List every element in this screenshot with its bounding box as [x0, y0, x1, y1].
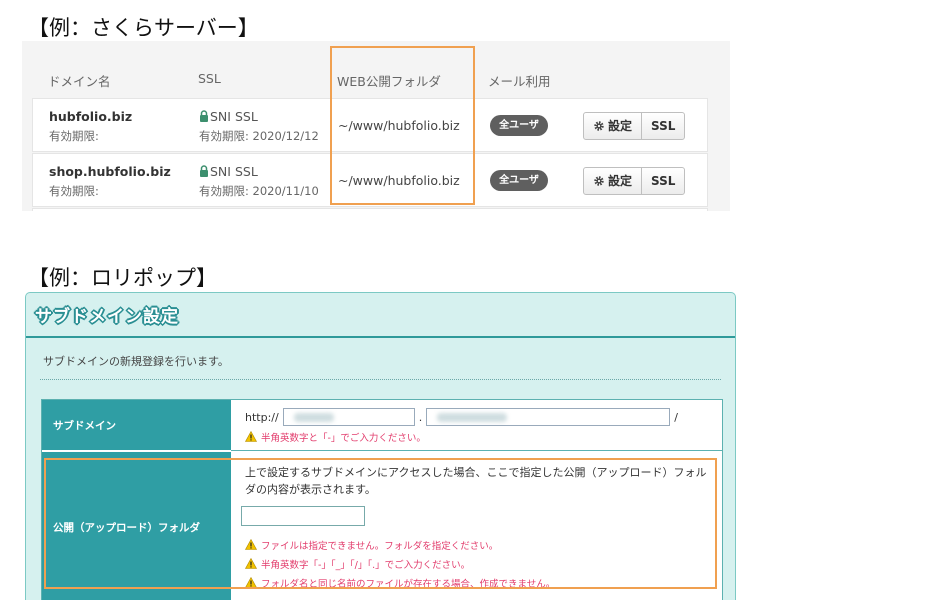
lolipop-subdomain-panel: サブドメイン設定 サブドメインの新規登録を行います。 サブドメイン 公開（アップ…: [25, 292, 736, 600]
domain-row: shop.hubfolio.biz 有効期限: SNI SSL 有効期限: 20…: [32, 153, 708, 207]
domain-row: hubfolio.biz 有効期限: SNI SSL 有効期限: 2020/12…: [32, 98, 708, 152]
folder-description: 上で設定するサブドメインにアクセスした場合、ここで指定した公開（アップロード）フ…: [245, 466, 707, 496]
ssl-expiry: 有効期限: 2020/12/12: [199, 129, 319, 143]
sakura-domain-panel: ドメイン名 SSL WEB公開フォルダ メール利用 hubfolio.biz 有…: [22, 41, 730, 211]
url-dot: .: [418, 410, 423, 424]
row-button-group: 設定 SSL: [583, 167, 686, 195]
url-slash: /: [674, 410, 678, 424]
ssl-type: SNI SSL: [199, 164, 258, 179]
web-folder-path: ~/www/hubfolio.biz: [338, 118, 460, 133]
mail-status-badge: 全ユーザ: [490, 115, 548, 136]
settings-button-label: 設定: [608, 119, 633, 133]
warning-icon: [245, 558, 257, 569]
warning-icon: [245, 577, 257, 588]
folder-note-text: 半角英数字「-」「_」「/」「.」でご入力ください。: [261, 560, 471, 571]
ssl-type-label: SNI SSL: [210, 109, 258, 124]
row-divider: [231, 450, 722, 451]
dotted-divider: [40, 379, 721, 380]
warning-icon: [245, 539, 257, 550]
domain-expiry: 有効期限:: [49, 129, 99, 143]
folder-note: フォルダ名と同じ名前のファイルが存在する場合、作成できません。: [245, 576, 555, 590]
folder-note-text: フォルダ名と同じ名前のファイルが存在する場合、作成できません。: [261, 579, 556, 590]
panel-titlebar: サブドメイン設定: [26, 293, 735, 338]
ssl-type: SNI SSL: [199, 109, 258, 124]
domain-name: shop.hubfolio.biz: [49, 164, 171, 179]
web-folder-path: ~/www/hubfolio.biz: [338, 173, 460, 188]
subdomain-label: サブドメイン: [42, 400, 231, 450]
folder-label: 公開（アップロード）フォルダ: [42, 451, 231, 600]
gear-icon: [594, 176, 604, 186]
lock-icon: [200, 110, 208, 122]
mail-status-badge: 全ユーザ: [490, 170, 548, 191]
folder-note: 半角英数字「-」「_」「/」「.」でご入力ください。: [245, 557, 470, 571]
caption-sakura: 【例：さくらサーバー】: [28, 16, 259, 40]
settings-button[interactable]: 設定: [584, 168, 641, 194]
header-ssl: SSL: [198, 71, 221, 86]
ssl-type-label: SNI SSL: [210, 164, 258, 179]
folder-note-text: ファイルは指定できません。フォルダを指定ください。: [261, 541, 499, 552]
settings-button-label: 設定: [608, 174, 633, 188]
subdomain-input[interactable]: [282, 408, 415, 426]
warning-icon: [245, 431, 257, 442]
ssl-button[interactable]: SSL: [641, 113, 684, 139]
ssl-button[interactable]: SSL: [641, 168, 684, 194]
settings-table: サブドメイン 公開（アップロード）フォルダ http:// . / 半角英数字と…: [41, 399, 723, 600]
domain-select[interactable]: [426, 408, 671, 426]
folder-input[interactable]: [241, 506, 365, 526]
url-prefix: http://: [245, 410, 279, 424]
caption-lolipop: 【例：ロリポップ】: [28, 266, 217, 290]
header-domain: ドメイン名: [48, 74, 111, 89]
domain-name: hubfolio.biz: [49, 109, 133, 124]
header-mail: メール利用: [488, 74, 551, 89]
panel-description: サブドメインの新規登録を行います。: [43, 355, 229, 368]
domain-row-partial: [32, 208, 708, 211]
subdomain-warning-text: 半角英数字と「-」でご入力ください。: [261, 433, 426, 444]
lock-icon: [200, 165, 208, 177]
gear-icon: [594, 121, 604, 131]
panel-title: サブドメイン設定: [35, 307, 179, 327]
domain-expiry: 有効期限:: [49, 184, 99, 198]
row-button-group: 設定 SSL: [583, 112, 686, 140]
folder-note: ファイルは指定できません。フォルダを指定ください。: [245, 538, 498, 552]
settings-button[interactable]: 設定: [584, 113, 641, 139]
subdomain-url-row: http:// . /: [245, 408, 678, 426]
header-web-folder: WEB公開フォルダ: [337, 74, 441, 89]
ssl-expiry: 有効期限: 2020/11/10: [199, 184, 319, 198]
subdomain-warning: 半角英数字と「-」でご入力ください。: [245, 430, 426, 444]
